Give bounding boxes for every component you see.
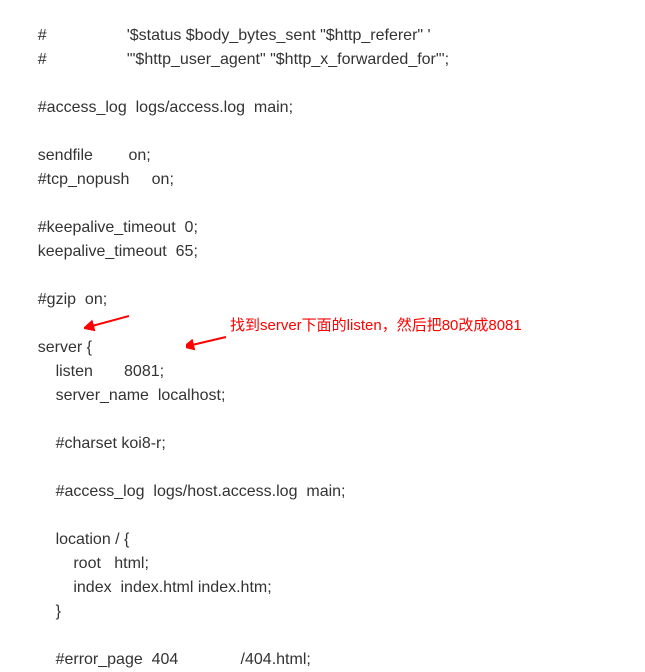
code-line: #tcp_nopush on; xyxy=(20,171,174,188)
code-line: # '"$http_user_agent" "$http_x_forwarded… xyxy=(20,51,449,68)
code-line: } xyxy=(20,603,61,620)
config-code-block: # '$status $body_bytes_sent "$http_refer… xyxy=(20,0,625,672)
code-line: #charset koi8-r; xyxy=(20,435,166,452)
annotation-text: 找到server下面的listen，然后把80改成8081 xyxy=(230,314,522,335)
code-line: root html; xyxy=(20,555,149,572)
code-line: index index.html index.htm; xyxy=(20,579,272,596)
arrow-icon xyxy=(84,312,134,332)
arrow-icon xyxy=(186,335,231,351)
code-line: #access_log logs/host.access.log main; xyxy=(20,483,346,500)
code-line: keepalive_timeout 65; xyxy=(20,243,198,260)
code-line: # '$status $body_bytes_sent "$http_refer… xyxy=(20,27,431,44)
code-line: sendfile on; xyxy=(20,147,151,164)
code-line: location / { xyxy=(20,531,129,548)
code-line: listen 8081; xyxy=(20,363,164,380)
code-line: #access_log logs/access.log main; xyxy=(20,99,293,116)
code-line: #keepalive_timeout 0; xyxy=(20,219,198,236)
code-line: #gzip on; xyxy=(20,291,107,308)
code-line: server_name localhost; xyxy=(20,387,225,404)
code-line: #error_page 404 /404.html; xyxy=(20,651,311,668)
code-line: server { xyxy=(20,339,92,356)
